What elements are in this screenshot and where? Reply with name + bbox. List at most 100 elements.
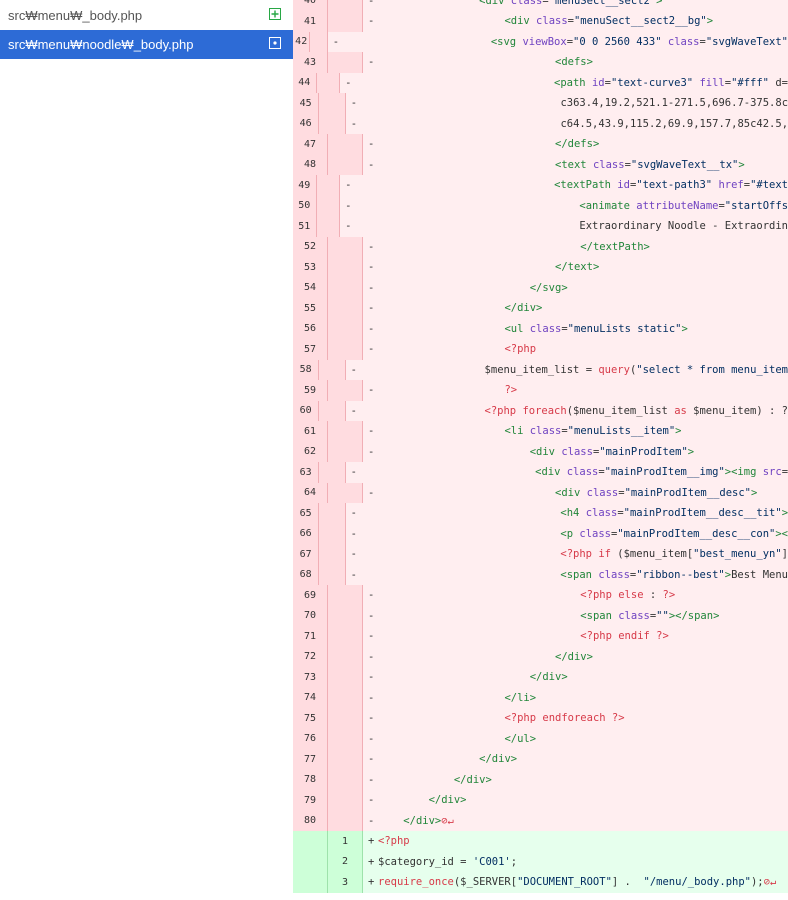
- code-token: "/menu/_body.php": [643, 876, 751, 889]
- old-line-number: 80: [293, 810, 328, 831]
- diff-sign: -: [368, 425, 375, 438]
- code-token: ($_SERVER[: [453, 876, 518, 889]
- code-text: c64.5,43.9,115.2,69.9,157.7,85c42.5,: [358, 118, 788, 130]
- added-line: 3 + require_once($_SERVER["DOCUMENT_ROOT"]…: [293, 872, 788, 893]
- deleted-line: 69 - <?php else : ?>: [293, 585, 788, 606]
- old-line-number: 62: [293, 441, 328, 462]
- diff-sign: -: [368, 322, 375, 335]
- deleted-line: 59 - ?>: [293, 380, 788, 401]
- code-token: >: [675, 425, 682, 438]
- code-token: "mainProdItem": [599, 445, 688, 458]
- code-token: "#fff": [731, 76, 770, 89]
- old-line-number: 63: [293, 462, 320, 483]
- old-line-number: 44: [293, 72, 317, 93]
- diff-sign: -: [368, 158, 375, 171]
- diff-sign: -: [350, 117, 358, 130]
- code-text: </div>⊘↵: [378, 815, 454, 827]
- new-line-number: [328, 728, 363, 749]
- code-text: <?php else : ?>: [378, 589, 675, 601]
- deleted-line: 62 - <div class="mainProdItem">: [293, 441, 788, 462]
- new-line-number: [319, 400, 346, 421]
- diff-sign: -: [350, 527, 357, 540]
- code-token: <?php: [560, 548, 599, 561]
- old-line-number: 60: [293, 400, 320, 421]
- code-token: c64.5,43.9,115.2,69.9,157.7,85c42.5,: [560, 117, 788, 130]
- diff-sign: -: [350, 466, 357, 479]
- code-token: class: [536, 15, 568, 28]
- deleted-line: 71 - <?php endif ?>: [293, 626, 788, 647]
- code-token: <?php: [504, 712, 543, 725]
- code-text: <li class="menuLists__item">: [378, 425, 681, 437]
- new-line-number: [319, 523, 346, 544]
- deleted-line: 41 - <div class="menuSect__sect2__bg">: [293, 11, 788, 32]
- code-token: query: [598, 363, 630, 376]
- deleted-line: 66 - <p class="mainProdItem__desc__con"><: [293, 523, 788, 544]
- code-token: "": [656, 609, 669, 622]
- old-line-number: 48: [293, 154, 328, 175]
- code-token: "menuLists static": [567, 322, 682, 335]
- code-token: <div: [479, 0, 511, 7]
- new-line-number: [310, 31, 328, 52]
- code-text: <p class="mainProdItem__desc__con"><: [358, 528, 788, 540]
- code-token: <h4: [560, 507, 586, 520]
- code-token: id: [617, 179, 630, 192]
- code-token: "menuSect__sect2__bg": [573, 15, 707, 28]
- code-token: "menuLists__item": [567, 425, 676, 438]
- code-text: <animate attributeName="startOffs: [352, 200, 788, 212]
- new-line-number: [328, 298, 363, 319]
- code-token: "ribbon--best": [636, 568, 725, 581]
- code-token: class: [667, 35, 700, 48]
- deleted-line: 55 - </div>: [293, 298, 788, 319]
- file-item-selected[interactable]: src₩menu₩noodle₩_body.php: [0, 30, 293, 59]
- code-text: <span class="ribbon--best">Best Menu: [358, 569, 788, 581]
- code-token: "text-path3": [636, 179, 713, 192]
- diff-sign: -: [368, 671, 375, 684]
- diff-sign: -: [368, 302, 375, 315]
- code-token: >: [687, 445, 695, 458]
- deleted-line: 43 - <defs>: [293, 52, 788, 73]
- code-token: "startOffs: [724, 199, 788, 212]
- old-line-number: 72: [293, 646, 328, 667]
- new-line-number: [319, 564, 346, 585]
- code-token: <defs>: [555, 56, 593, 69]
- code-token: ] .: [611, 876, 644, 889]
- code-token: else: [618, 589, 644, 602]
- code-token: <path: [554, 76, 592, 89]
- file-item[interactable]: src₩menu₩_body.php: [0, 1, 293, 30]
- code-token: <?php: [580, 630, 619, 643]
- new-line-number: [319, 113, 346, 134]
- diff-sign: +: [368, 876, 375, 889]
- code-token: "mainProdItem__img": [604, 466, 725, 479]
- deleted-line: 44- <path id="text-curve3" fill="#fff" d…: [293, 72, 788, 93]
- code-token: "#text: [750, 179, 788, 192]
- code-text: <div class="menuSect__sect2">: [378, 0, 662, 7]
- code-text: <?php endforeach ?>: [378, 712, 624, 725]
- diff-sign: -: [368, 732, 375, 745]
- code-token: </div>: [403, 814, 442, 827]
- new-line-number: [328, 257, 363, 278]
- code-text: </div>: [378, 671, 568, 683]
- code-text: <span class=""></span>: [378, 610, 719, 622]
- code-token: class: [566, 466, 599, 479]
- code-text: $menu_item_list = query("select * from m…: [358, 364, 788, 376]
- old-line-number: 52: [293, 236, 328, 257]
- code-text: </div>: [378, 302, 542, 314]
- code-token: </div>: [428, 794, 467, 807]
- old-line-number: 40: [293, 0, 328, 11]
- code-token: c363.4,19.2,521.1-271.5,696.7-375.8c: [560, 97, 788, 110]
- old-line-number: 67: [293, 544, 320, 565]
- diff-sign: -: [368, 589, 375, 602]
- deleted-line: 76 - </ul>: [293, 728, 788, 749]
- code-token: ;: [510, 855, 518, 868]
- new-line-number: [328, 626, 363, 647]
- code-text: <h4 class="mainProdItem__desc__tit">: [358, 507, 788, 519]
- code-token: <?php: [580, 589, 619, 602]
- code-token: <div: [555, 486, 587, 499]
- diff-sign: -: [368, 261, 375, 274]
- code-token: "select * from menu_item: [636, 363, 788, 376]
- code-token: <animate: [579, 199, 637, 212]
- code-token: >: [738, 158, 745, 171]
- deleted-line: 67 - <?php if ($menu_item["best_menu_yn"]: [293, 544, 788, 565]
- new-line-number: [328, 11, 363, 32]
- code-token: endforeach: [542, 712, 606, 725]
